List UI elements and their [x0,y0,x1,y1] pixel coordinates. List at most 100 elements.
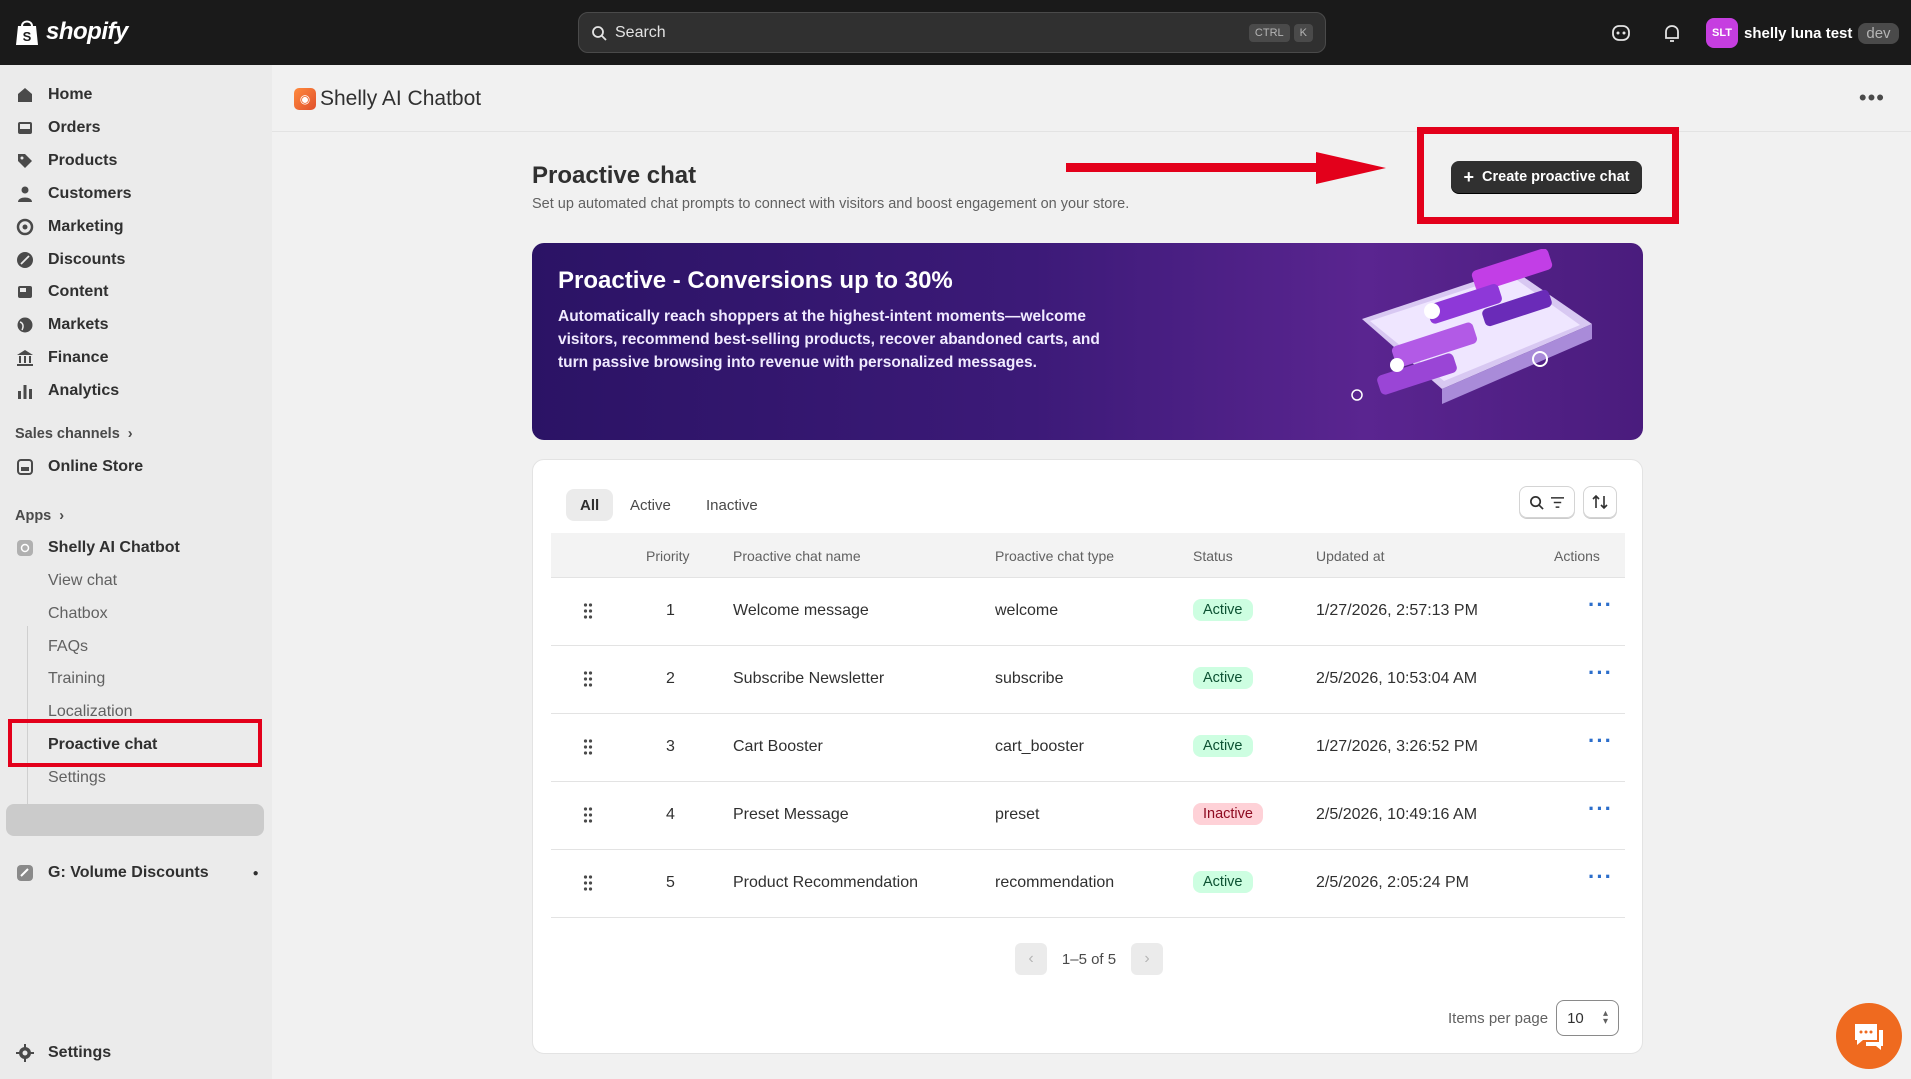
sidebar-item-label: Shelly AI Chatbot [48,539,180,556]
sidebar-item-label: Online Store [48,458,144,475]
row-actions-icon[interactable]: ··· [1588,864,1613,890]
sidebar-item-markets[interactable]: Markets [16,311,108,339]
drag-handle-icon[interactable] [583,670,593,688]
type-cell: subscribe [995,670,1064,687]
user-menu[interactable]: SLT shelly luna test dev [1706,18,1899,48]
name-cell[interactable]: Welcome message [733,602,869,620]
bell-icon[interactable] [1661,22,1683,44]
sidebar-item-settings[interactable]: Settings [16,1039,111,1067]
annotation-arrow-icon [1066,152,1386,184]
sidebar-item-online-store[interactable]: Online Store [16,453,143,481]
button-label: Create proactive chat [1482,169,1630,185]
name-cell[interactable]: Preset Message [733,806,849,824]
previous-page-button[interactable]: ‹ [1015,943,1047,975]
tab-active[interactable]: Active [616,489,685,521]
sidebar-item-orders[interactable]: Orders [16,114,100,142]
table-row[interactable]: 5 Product Recommendation recommendation … [551,850,1625,918]
status-badge: Inactive [1193,803,1263,825]
sidebar-item-home[interactable]: Home [16,81,92,109]
sidebar-item-volume-discounts[interactable]: G: Volume Discounts ● [16,859,259,887]
sidebar-item-label: Finance [48,349,109,366]
more-actions-icon[interactable]: ••• [1859,85,1885,111]
redacted-item [6,804,264,836]
sidebar-item-label: Orders [48,119,101,136]
table-row[interactable]: 2 Subscribe Newsletter subscribe Active … [551,646,1625,714]
row-actions-icon[interactable]: ··· [1588,592,1613,618]
next-page-button[interactable]: › [1131,943,1163,975]
sidebar-item-finance[interactable]: Finance [16,344,108,372]
priority-cell: 3 [666,738,675,755]
home-icon [18,88,32,102]
type-cell: recommendation [995,874,1115,891]
person-icon [18,186,32,202]
row-actions-icon[interactable]: ··· [1588,728,1613,754]
discount-icon [17,252,33,268]
drag-handle-icon[interactable] [583,602,593,620]
create-proactive-chat-button[interactable]: + Create proactive chat [1451,161,1642,193]
column-header[interactable]: Priority [646,548,690,564]
priority-cell: 5 [666,874,675,891]
sidebar-subitem-view-chat[interactable]: View chat [48,572,117,590]
table-row[interactable]: 3 Cart Booster cart_booster Active 1/27/… [551,714,1625,782]
sidebar-item-label: Content [48,283,109,300]
live-chat-button[interactable] [1836,1003,1902,1069]
sales-channels-header[interactable]: Sales channels › [15,426,133,442]
sidebar-item-label: Settings [48,1044,112,1061]
search-filter-button[interactable] [1519,486,1575,518]
type-cell: preset [995,806,1040,823]
image-icon [18,286,32,298]
tab-inactive[interactable]: Inactive [692,489,772,521]
updated-cell: 2/5/2026, 2:05:24 PM [1316,874,1469,891]
select-arrows-icon: ▴ ▾ [1603,1008,1609,1027]
sidebar-subitem-training[interactable]: Training [48,670,105,688]
shopify-logo[interactable]: S shopify [14,18,128,46]
inbox-icon [18,122,32,134]
name-cell[interactable]: Cart Booster [733,738,823,756]
sort-button[interactable] [1583,486,1617,518]
sidebar-item-analytics[interactable]: Analytics [16,377,119,405]
chevron-right-icon: › [59,508,65,524]
drag-handle-icon[interactable] [583,806,593,824]
sidebar-subitem-settings[interactable]: Settings [48,769,106,787]
promo-banner: Proactive - Conversions up to 30% Automa… [532,243,1643,440]
search-icon [1530,495,1544,510]
sidebar-item-content[interactable]: Content [16,278,108,306]
avatar: SLT [1706,18,1738,48]
search-input[interactable]: Search CTRL K [578,12,1326,53]
filter-icon [1551,496,1564,508]
status-badge: Active [1193,735,1253,757]
column-header: Status [1193,548,1233,564]
sidebar-item-label: Marketing [48,218,124,235]
plus-icon: + [1463,166,1475,187]
tab-all[interactable]: All [566,489,614,521]
sidekick-icon[interactable] [1610,22,1632,44]
shortcut-key-ctrl: CTRL [1248,23,1290,42]
user-name: shelly luna test [1744,24,1853,42]
shortcut-key-k: K [1293,23,1313,42]
sidebar-item-shelly-app[interactable]: Shelly AI Chatbot [16,534,180,562]
sidebar-item-products[interactable]: Products [16,147,117,175]
priority-cell: 2 [666,670,675,687]
drag-handle-icon[interactable] [583,874,593,892]
tag-icon [18,154,32,168]
row-actions-icon[interactable]: ··· [1588,796,1613,822]
apps-header[interactable]: Apps › [15,508,64,524]
sidebar-subitem-faqs[interactable]: FAQs [48,638,88,656]
column-header: Proactive chat name [733,548,861,564]
sidebar-item-marketing[interactable]: Marketing [16,213,124,241]
drag-handle-icon[interactable] [583,738,593,756]
name-cell[interactable]: Subscribe Newsletter [733,670,884,688]
sidebar-item-discounts[interactable]: Discounts [16,246,125,274]
row-actions-icon[interactable]: ··· [1588,660,1613,686]
sidebar: Home Orders Products Customers Marketing… [0,65,272,1079]
items-per-page-select[interactable]: 10 ▴ ▾ [1556,1000,1620,1036]
table-row[interactable]: 1 Welcome message welcome Active 1/27/20… [551,578,1625,646]
sidebar-item-label: Home [48,86,93,103]
sidebar-item-label: Markets [48,316,109,333]
sidebar-subitem-chatbox[interactable]: Chatbox [48,605,108,623]
logo-text: shopify [46,18,128,45]
sidebar-item-label: Discounts [48,251,126,268]
name-cell[interactable]: Product Recommendation [733,874,918,892]
sidebar-item-customers[interactable]: Customers [16,180,132,208]
table-row[interactable]: 4 Preset Message preset Inactive 2/5/202… [551,782,1625,850]
